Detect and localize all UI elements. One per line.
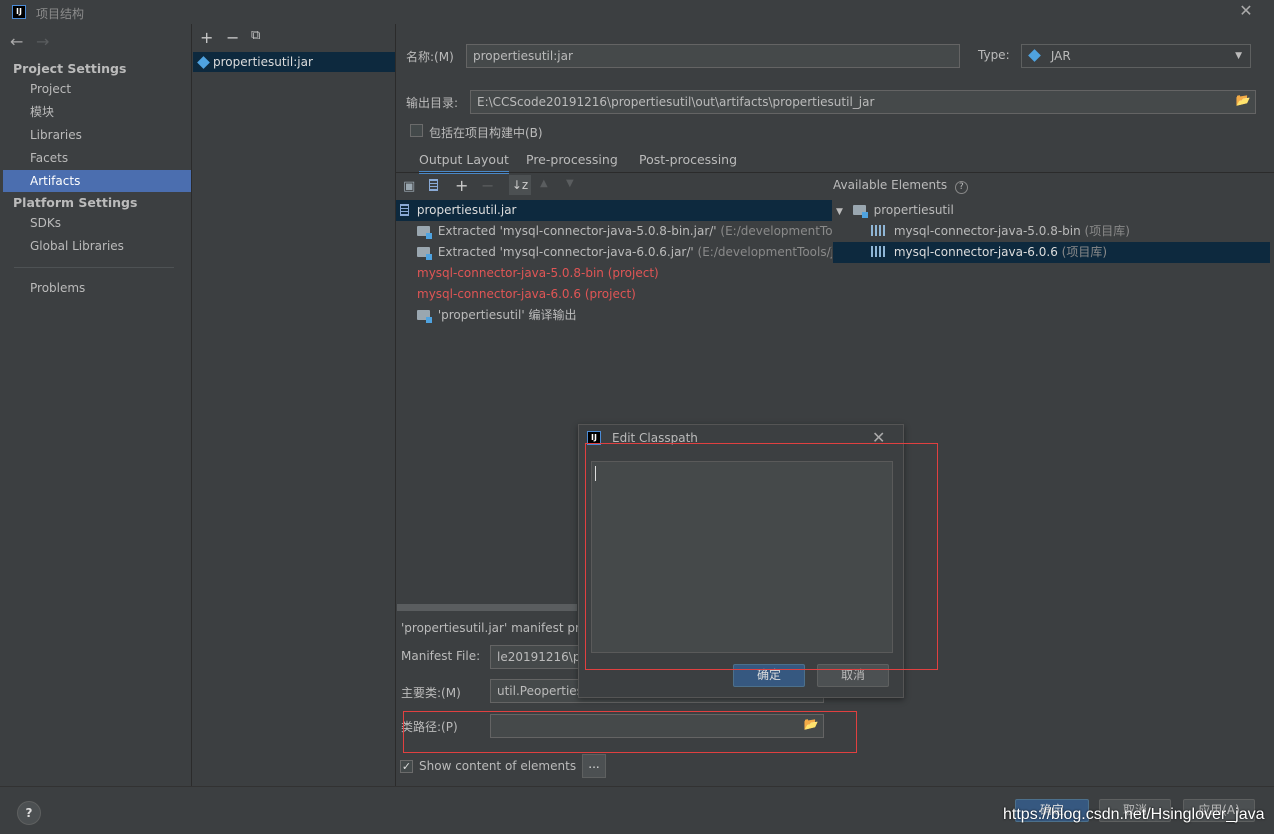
output-dir-value: E:\CCScode20191216\propertiesutil\out\ar… bbox=[477, 95, 875, 109]
artifacts-list-panel: + − ⧉ propertiesutil:jar bbox=[193, 24, 396, 786]
tab-output-layout[interactable]: Output Layout bbox=[419, 152, 509, 174]
tab-post-processing[interactable]: Post-processing bbox=[639, 152, 737, 167]
move-down-icon[interactable]: ▼ bbox=[566, 178, 574, 189]
platform-settings-title: Platform Settings bbox=[13, 195, 138, 210]
available-elements-title: Available Elements ? bbox=[833, 178, 968, 194]
highlight-box bbox=[585, 443, 938, 670]
sidebar-item-facets[interactable]: Facets bbox=[0, 147, 191, 169]
tab-pre-processing[interactable]: Pre-processing bbox=[526, 152, 618, 167]
available-root-label: propertiesutil bbox=[873, 203, 954, 217]
tree-item[interactable]: Extracted 'mysql-connector-java-5.0.8-bi… bbox=[417, 221, 832, 242]
available-item[interactable]: mysql-connector-java-5.0.8-bin (项目库) bbox=[833, 221, 1270, 242]
tree-item[interactable]: 'propertiesutil' 编译输出 bbox=[417, 305, 576, 326]
chevron-down-icon: ▼ bbox=[1235, 51, 1242, 61]
available-item-hint: (项目库) bbox=[1084, 224, 1130, 238]
sidebar-divider bbox=[14, 267, 174, 268]
show-content-label: Show content of elements bbox=[419, 759, 577, 773]
available-title-text: Available Elements bbox=[833, 178, 948, 192]
module-folder-icon bbox=[852, 205, 868, 218]
tree-item-label: 'propertiesutil' 编译输出 bbox=[437, 308, 577, 322]
artifact-icon bbox=[197, 56, 210, 69]
type-value: JAR bbox=[1050, 49, 1071, 63]
available-item[interactable]: mysql-connector-java-6.0.6 (项目库) bbox=[833, 242, 1270, 263]
remove-icon[interactable]: − bbox=[226, 28, 239, 47]
tree-item-hint: (E:/developmentTools/jav bbox=[697, 245, 832, 259]
tree-item-label: Extracted 'mysql-connector-java-6.0.6.ja… bbox=[437, 245, 694, 259]
add-icon[interactable]: + bbox=[200, 28, 213, 47]
available-item-hint: (项目库) bbox=[1061, 245, 1108, 259]
sidebar-item-modules[interactable]: 模块 bbox=[0, 101, 191, 123]
close-window-icon[interactable]: ✕ bbox=[1237, 2, 1255, 20]
extracted-folder-icon bbox=[417, 226, 432, 239]
sidebar-item-libraries[interactable]: Libraries bbox=[0, 124, 191, 146]
list-item[interactable]: propertiesutil:jar bbox=[193, 52, 395, 72]
footer-bar: ? 确定 取消 应用(A) https://blog.csdn.net/Hsin… bbox=[0, 786, 1274, 834]
module-output-icon bbox=[417, 310, 432, 323]
library-icon bbox=[871, 225, 885, 236]
sidebar-item-sdks[interactable]: SDKs bbox=[0, 212, 191, 234]
new-archive-icon[interactable] bbox=[429, 178, 442, 192]
jar-icon bbox=[400, 204, 409, 216]
tab-divider bbox=[396, 172, 1274, 173]
sidebar-item-artifacts[interactable]: Artifacts bbox=[3, 170, 191, 192]
window-title: 项目结构 bbox=[36, 7, 85, 21]
type-select[interactable]: JAR ▼ bbox=[1021, 44, 1251, 68]
tree-item-missing-library[interactable]: mysql-connector-java-5.0.8-bin (project) bbox=[417, 263, 659, 284]
move-up-icon[interactable]: ▲ bbox=[540, 178, 548, 189]
name-input[interactable]: propertiesutil:jar bbox=[466, 44, 960, 68]
folder-browse-icon[interactable]: 📂 bbox=[1232, 93, 1254, 111]
help-circle-icon[interactable]: ? bbox=[954, 181, 968, 194]
tree-root-label: propertiesutil.jar bbox=[416, 203, 517, 217]
extracted-folder-icon bbox=[417, 247, 432, 260]
name-label: 名称:(M) bbox=[406, 50, 454, 64]
expand-arrow-icon[interactable]: ▼ bbox=[836, 207, 843, 217]
tree-item-hint: (E:/developmentTools bbox=[720, 224, 832, 238]
available-root[interactable]: ▼ propertiesutil bbox=[836, 200, 954, 221]
jar-type-icon bbox=[1028, 49, 1041, 62]
output-dir-input[interactable]: E:\CCScode20191216\propertiesutil\out\ar… bbox=[470, 90, 1256, 114]
available-item-label: mysql-connector-java-6.0.6 bbox=[893, 245, 1058, 259]
title-bar: IJ 项目结构 ✕ bbox=[0, 0, 1274, 24]
tree-item[interactable]: Extracted 'mysql-connector-java-6.0.6.ja… bbox=[417, 242, 832, 263]
horizontal-scrollbar[interactable] bbox=[397, 604, 577, 611]
sort-icon[interactable]: ↓z bbox=[509, 175, 531, 195]
watermark-text: https://blog.csdn.net/Hsinglover_java bbox=[1003, 806, 1265, 823]
artifact-name: propertiesutil:jar bbox=[213, 55, 313, 69]
copy-icon[interactable]: ⧉ bbox=[251, 28, 260, 43]
more-button[interactable]: ... bbox=[582, 754, 606, 778]
available-item-label: mysql-connector-java-5.0.8-bin bbox=[893, 224, 1081, 238]
sidebar: ← → Project Settings Project 模块 Librarie… bbox=[0, 24, 192, 786]
forward-arrow-icon[interactable]: → bbox=[36, 32, 49, 51]
sidebar-item-project[interactable]: Project bbox=[0, 78, 191, 100]
show-content-checkbox[interactable]: ✓ bbox=[400, 760, 413, 773]
library-icon bbox=[871, 246, 885, 257]
tree-root[interactable]: propertiesutil.jar bbox=[396, 200, 832, 221]
back-arrow-icon[interactable]: ← bbox=[10, 32, 23, 51]
manifest-header: 'propertiesutil.jar' manifest pro bbox=[401, 621, 588, 635]
intellij-logo-icon: IJ bbox=[12, 5, 26, 19]
type-label: Type: bbox=[978, 48, 1010, 62]
sidebar-item-global-libraries[interactable]: Global Libraries bbox=[0, 235, 191, 257]
help-button[interactable]: ? bbox=[17, 801, 41, 825]
include-in-build-checkbox[interactable] bbox=[410, 124, 423, 137]
include-in-build-label: 包括在项目构建中(B) bbox=[429, 126, 543, 140]
remove-element-icon[interactable]: − bbox=[481, 176, 494, 195]
add-element-icon[interactable]: + bbox=[455, 176, 468, 195]
output-dir-label: 输出目录: bbox=[406, 96, 459, 110]
main-class-label: 主要类:(M) bbox=[401, 686, 461, 700]
new-folder-icon[interactable]: ▣ bbox=[403, 179, 415, 194]
manifest-file-input[interactable]: le20191216\pr bbox=[490, 645, 590, 669]
highlight-box bbox=[403, 711, 857, 753]
project-settings-title: Project Settings bbox=[13, 61, 127, 76]
tree-item-missing-library[interactable]: mysql-connector-java-6.0.6 (project) bbox=[417, 284, 636, 305]
tree-item-label: Extracted 'mysql-connector-java-5.0.8-bi… bbox=[437, 224, 717, 238]
manifest-file-label: Manifest File: bbox=[401, 649, 481, 663]
sidebar-item-problems[interactable]: Problems bbox=[0, 277, 191, 299]
